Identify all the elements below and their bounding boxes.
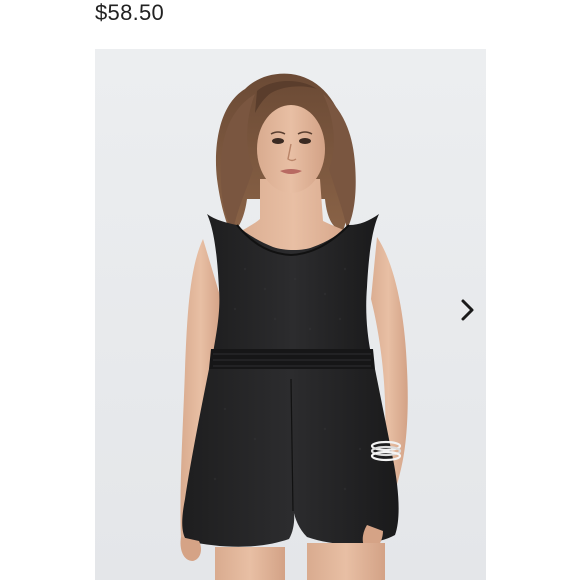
next-image-button[interactable] [454, 296, 482, 324]
product-photo[interactable] [95, 49, 486, 580]
product-photo-illustration [95, 49, 486, 580]
product-listing-page: $58.50 [0, 0, 580, 580]
chevron-right-icon [461, 299, 474, 321]
product-price: $58.50 [95, 0, 165, 25]
